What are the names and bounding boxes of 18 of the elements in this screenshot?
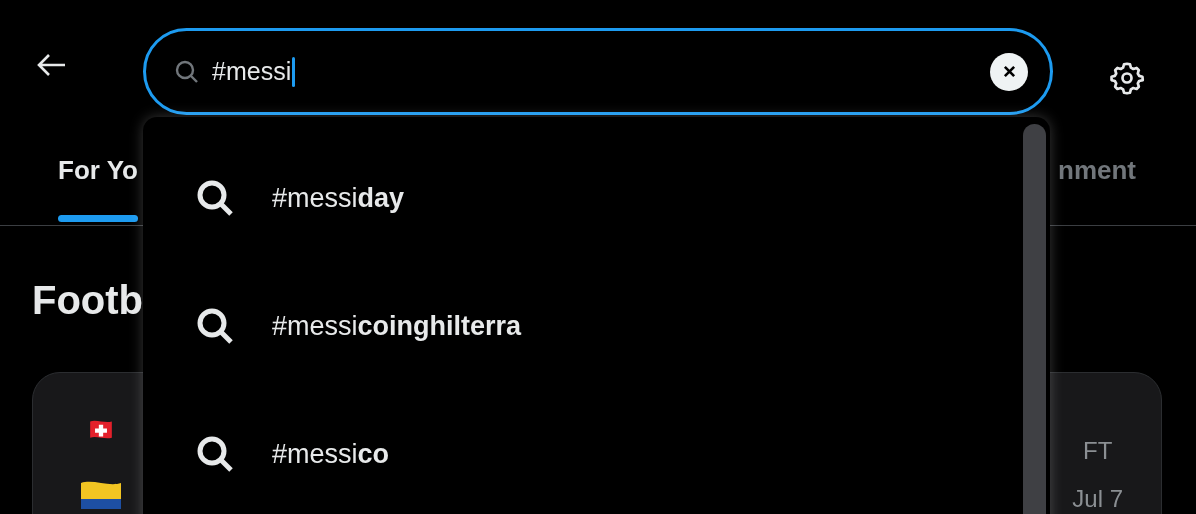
suggestion-item[interactable]: #messiday <box>143 134 1050 262</box>
clear-button[interactable] <box>990 52 1028 91</box>
search-icon <box>174 58 200 85</box>
suggestion-item[interactable]: #messico <box>143 390 1050 514</box>
tab[interactable]: For Yo <box>58 115 138 225</box>
tab[interactable]: nment <box>1058 115 1136 225</box>
match-date: Jul 7 <box>1072 485 1123 513</box>
section-title: Footb <box>31 277 145 320</box>
scrollbar[interactable] <box>1023 124 1046 514</box>
close-icon <box>1002 65 1016 78</box>
settings-icon[interactable] <box>1108 60 1145 96</box>
search-icon <box>195 178 235 218</box>
search-icon <box>195 434 235 474</box>
flag-icon <box>81 479 121 509</box>
search-icon <box>195 306 235 346</box>
suggestion-item[interactable]: #messicoinghilterra <box>143 262 1050 390</box>
back-arrow-icon[interactable] <box>36 53 67 77</box>
match-status: FT <box>1083 437 1113 465</box>
